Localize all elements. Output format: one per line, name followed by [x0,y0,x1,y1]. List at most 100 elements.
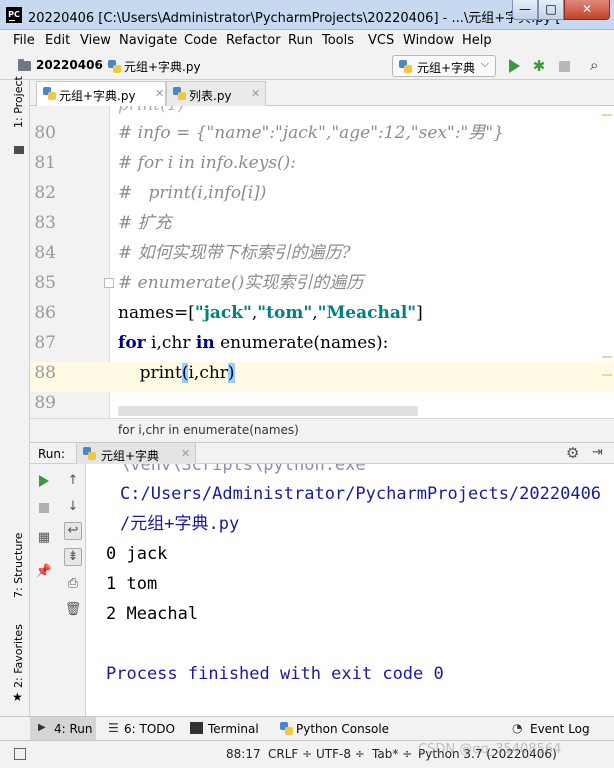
csdn-watermark: CSDN @qq_35408564 [418,742,562,757]
hide-panel-icon[interactable]: ⇥ [592,445,603,460]
menu-tools[interactable]: Tools [322,33,354,48]
menu-navigate[interactable]: Navigate [119,33,177,48]
code-line: for i,chr in enumerate(names): [118,333,389,353]
menu-vcs[interactable]: VCS [368,33,394,48]
title-bar: PC 20220406 [C:\Users\Administrator\Pych… [0,0,614,30]
close-tab-icon[interactable]: ✕ [155,87,164,100]
line-number: 86 [34,303,56,323]
pycharm-app-icon: PC [6,7,22,23]
console-line: 1 tom [106,574,158,594]
structure-tool-button[interactable]: 7: Structure [12,533,25,598]
todo-tool-button[interactable]: ☰ 6: TODO [104,717,176,741]
console-line: /元组+字典.py [120,514,240,534]
python-console-icon [280,722,293,735]
menu-code[interactable]: Code [184,33,217,48]
close-button[interactable]: ✕ [564,0,610,20]
window-title: 20220406 [C:\Users\Administrator\Pycharm… [28,11,561,26]
trash-icon[interactable]: 🗑 [63,602,83,617]
line-number: 82 [34,183,56,203]
scroll-down-icon[interactable]: ↓ [63,499,83,514]
terminal-tool-label: Terminal [208,722,259,736]
console-line: Process finished with exit code 0 [106,664,444,684]
line-separator[interactable]: CRLF ÷ [268,747,312,761]
favorites-tool-button[interactable]: 2: Favorites [12,624,25,688]
terminal-tool-button[interactable]: Terminal [186,717,266,741]
run-tab-tuple-dict[interactable]: 元组+字典 ✕ [76,443,196,465]
tab-tuple-dict[interactable]: 元组+字典.py ✕ [36,81,166,106]
event-log-tool-label: Event Log [530,722,590,736]
stop-icon[interactable] [39,503,49,513]
line-number: 89 [34,393,56,413]
favorites-star-icon: ★ [12,690,23,704]
run-icon[interactable] [509,59,520,73]
tab-label: 元组+字典.py [59,89,136,103]
print-icon[interactable]: ⎙ [63,576,83,591]
menu-view[interactable]: View [80,33,111,48]
code-line: print(i,chr) [118,363,235,383]
line-number: 84 [34,243,56,263]
line-number: 80 [34,123,56,143]
folder-icon [18,59,31,71]
file-encoding[interactable]: UTF-8 ÷ [316,747,365,761]
run-tab-label: 元组+字典 [101,449,160,463]
menu-refactor[interactable]: Refactor [226,33,281,48]
tab-list[interactable]: 列表.py ✕ [166,81,266,106]
error-stripe-marker [602,114,612,116]
tool-windows-toggle-icon[interactable] [14,748,26,760]
pin-icon[interactable]: 📌 [34,564,54,579]
gear-icon[interactable]: ⚙ [566,444,579,462]
stop-icon[interactable] [559,61,570,72]
layout-icon[interactable]: ▦ [34,530,54,545]
tool-window-bar: ▶ 4: Run ☰ 6: TODO Terminal Python Conso… [0,716,614,741]
python-console-tool-button[interactable]: Python Console [276,717,390,741]
code-line: names=["jack","tom","Meachal"] [118,303,423,323]
soft-wrap-symbol: ↩ [67,523,79,538]
run-panel-label: Run: [38,447,66,461]
partial-code-line: print(1) [118,106,184,116]
event-log-tool-button[interactable]: ◔ Event Log [510,717,610,741]
maximize-button[interactable]: □ [538,0,564,20]
menu-window[interactable]: Window [403,33,454,48]
console-line: 2 Meachal [106,604,199,624]
left-tool-strip: 1: Project 7: Structure 2: Favorites ★ [0,76,30,740]
breadcrumb-project[interactable]: 20220406 [36,58,103,72]
search-icon[interactable]: ⌕ [590,56,598,74]
code-breadcrumb-text[interactable]: for i,chr in enumerate(names) [118,423,299,437]
breadcrumb-file[interactable]: 元组+字典.py [124,58,201,75]
code-line: # for i in info.keys(): [118,153,297,173]
fold-marker-icon[interactable] [104,278,114,288]
console-line: \venv\Scripts\python.exe [120,464,366,475]
close-tab-icon[interactable]: ✕ [251,87,260,100]
python-file-icon [108,60,121,73]
menu-help[interactable]: Help [462,33,492,48]
python-file-icon [43,87,56,100]
menu-file[interactable]: File [13,33,35,48]
indent-setting[interactable]: Tab* ÷ [372,747,412,761]
play-icon: ▶ [38,722,46,733]
caret-position[interactable]: 88:17 [226,747,261,761]
horizontal-scrollbar[interactable] [118,406,418,416]
close-tab-icon[interactable]: ✕ [181,447,190,460]
python-file-icon [173,87,186,100]
python-console-tool-label: Python Console [296,722,390,736]
run-panel-toolbar: ▦ 📌 ↑ ↓ ↩ ⇟ ⎙ 🗑 [30,464,86,716]
python-file-icon [399,60,412,73]
code-editor[interactable]: print(1) 80 81 82 83 84 85 86 87 88 89 #… [30,106,614,418]
code-breadcrumb: for i,chr in enumerate(names) [30,418,614,440]
run-console-output[interactable]: \venv\Scripts\python.exe C:/Users/Admini… [86,464,614,716]
debug-bug-icon[interactable]: ✱ [532,58,546,74]
line-number: 88 [34,363,56,383]
python-file-icon [83,447,96,460]
menu-run[interactable]: Run [288,33,313,48]
run-configuration-dropdown[interactable]: 元组+字典 ⌵ [392,55,496,77]
editor-tabs: 元组+字典.py ✕ 列表.py ✕ [30,80,614,106]
terminal-icon [190,722,203,734]
code-line: # info = {"name":"jack","age":12,"sex":"… [118,123,505,143]
rerun-icon[interactable] [39,475,49,487]
minimize-button[interactable]: — [512,0,538,20]
project-tool-button[interactable]: 1: Project [12,76,25,128]
run-tool-button[interactable]: ▶ 4: Run [30,717,96,741]
menu-edit[interactable]: Edit [45,33,70,48]
scroll-up-icon[interactable]: ↑ [63,473,83,488]
line-number: 81 [34,153,56,173]
